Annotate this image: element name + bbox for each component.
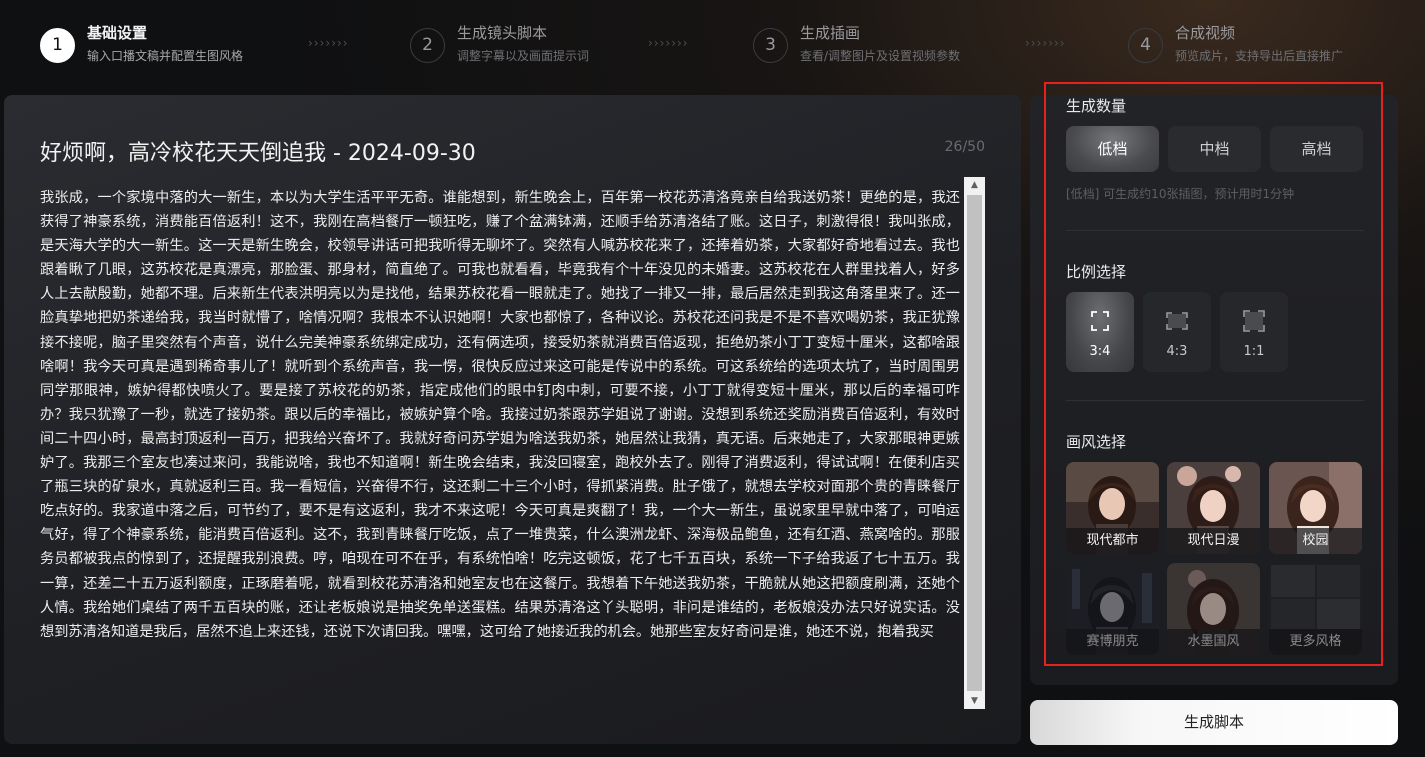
step-desc: 查看/调整图片及设置视频参数 [800, 49, 961, 63]
quantity-option-mid[interactable]: 中档 [1168, 126, 1261, 172]
style-label: 现代都市 [1066, 528, 1159, 554]
scroll-down-arrow-icon[interactable]: ▼ [964, 693, 985, 709]
style-label: 赛博朋克 [1066, 629, 1159, 655]
style-option-cyberpunk[interactable]: 赛博朋克 [1066, 563, 1159, 655]
step-number: 1 [40, 28, 75, 63]
ratio-portrait-icon [1091, 311, 1109, 331]
style-label: 校园 [1269, 528, 1362, 554]
quantity-title: 生成数量 [1066, 97, 1127, 115]
step-desc: 调整字幕以及画面提示词 [457, 49, 590, 63]
ratio-title: 比例选择 [1066, 263, 1127, 281]
ratio-option-1-1[interactable]: 1:1 [1220, 292, 1288, 372]
title-char-count: 26/50 [944, 139, 985, 155]
divider [1066, 400, 1364, 401]
scrollbar[interactable]: ▲ ▼ [964, 177, 985, 709]
script-editor-panel: 好烦啊，高冷校花天天倒追我 - 2024-09-30 26/50 我张成，一个家… [4, 95, 1021, 744]
stepper: 1 基础设置 输入口播文稿并配置生图风格 ››››››› 2 生成镜头脚本 调整… [40, 20, 1400, 70]
quantity-option-high[interactable]: 高档 [1270, 126, 1363, 172]
style-label: 水墨国风 [1167, 629, 1260, 655]
style-option-modern-anime[interactable]: 现代日漫 [1167, 462, 1260, 554]
ratio-label: 4:3 [1166, 344, 1188, 359]
scroll-thumb[interactable] [967, 195, 982, 691]
step-desc: 预览成片，支持导出后直接推广 [1175, 49, 1344, 63]
step-title: 基础设置 [87, 24, 148, 42]
step-arrows: ››››››› [648, 36, 689, 50]
quantity-hint: [低档] 可生成约10张插图，预计用时1分钟 [1066, 187, 1295, 201]
ratio-square-icon [1243, 310, 1265, 332]
step-number: 3 [753, 28, 788, 63]
step-number: 4 [1128, 28, 1163, 63]
ratio-label: 1:1 [1243, 344, 1265, 359]
style-option-modern-city[interactable]: 现代都市 [1066, 462, 1159, 554]
script-title[interactable]: 好烦啊，高冷校花天天倒追我 - 2024-09-30 [40, 135, 476, 167]
style-label: 现代日漫 [1167, 528, 1260, 554]
style-title: 画风选择 [1066, 433, 1127, 451]
step-number: 2 [410, 28, 445, 63]
generate-script-button[interactable]: 生成脚本 [1030, 700, 1398, 745]
style-option-campus[interactable]: 校园 [1269, 462, 1362, 554]
quantity-option-low[interactable]: 低档 [1066, 126, 1159, 172]
style-option-more[interactable]: 更多风格 [1269, 563, 1362, 655]
settings-panel: 生成数量 低档 中档 高档 [低档] 可生成约10张插图，预计用时1分钟 比例选… [1030, 95, 1398, 685]
style-label: 更多风格 [1269, 629, 1362, 655]
step-title: 合成视频 [1175, 24, 1236, 42]
step-arrows: ››››››› [1025, 36, 1066, 50]
step-title: 生成插画 [800, 24, 861, 42]
ratio-option-4-3[interactable]: 4:3 [1143, 292, 1211, 372]
ratio-option-3-4[interactable]: 3:4 [1066, 292, 1134, 372]
step-desc: 输入口播文稿并配置生图风格 [87, 49, 244, 63]
script-textarea[interactable]: 我张成，一个家境中落的大一新生，本以为大学生活平平无奇。谁能想到，新生晚会上，百… [40, 186, 960, 706]
scroll-up-arrow-icon[interactable]: ▲ [964, 177, 985, 193]
step-arrows: ››››››› [308, 36, 349, 50]
divider [1066, 230, 1364, 231]
style-option-ink-chinese[interactable]: 水墨国风 [1167, 563, 1260, 655]
ratio-landscape-icon [1166, 312, 1188, 330]
ratio-label: 3:4 [1089, 344, 1111, 359]
step-title: 生成镜头脚本 [457, 24, 548, 42]
